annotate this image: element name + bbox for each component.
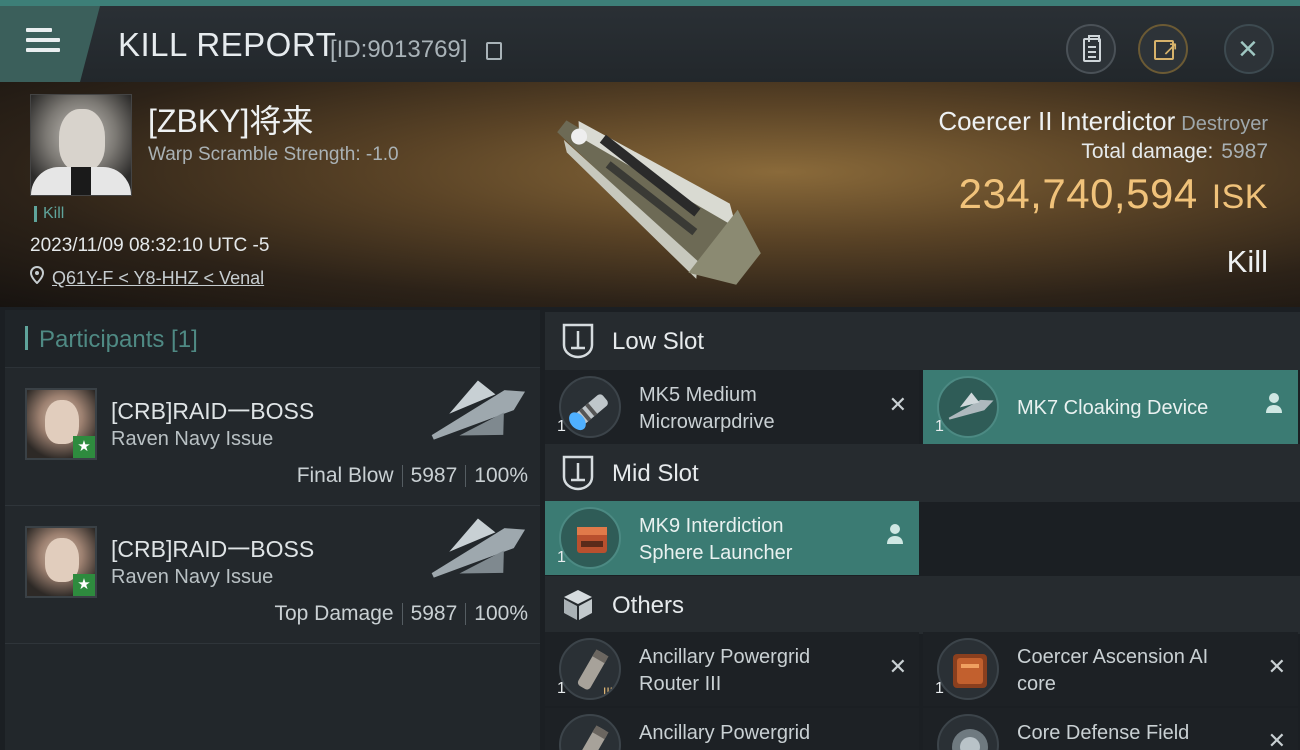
- participant-row[interactable]: ★ [CRB]RAID一BOSS Raven Navy Issue Final …: [5, 368, 540, 506]
- svg-text:III: III: [603, 685, 613, 699]
- participant-avatar[interactable]: ★: [25, 388, 97, 460]
- powergrid-router-icon: [559, 714, 621, 750]
- victim-avatar[interactable]: [30, 94, 132, 196]
- destroyed-x-icon: ✕: [888, 392, 907, 417]
- module-name: Coercer Ascension AI core: [1017, 646, 1209, 695]
- destroyed-x-icon: ✕: [1267, 728, 1286, 750]
- module-powergrid-router[interactable]: III 1 Ancillary Powergrid Router III ✕: [545, 632, 919, 706]
- close-button[interactable]: ×: [1224, 24, 1274, 74]
- mid-slot-header: Mid Slot: [545, 444, 1300, 502]
- module-cloaking-device[interactable]: 1 MK7 Cloaking Device: [923, 370, 1298, 444]
- participants-header: Participants [1]: [5, 310, 540, 368]
- victim-ship-name[interactable]: Coercer II Interdictor Destroyer: [938, 106, 1268, 137]
- participant-ship: Raven Navy Issue: [111, 428, 274, 450]
- participant-stats: Top Damage 5987 100%: [274, 602, 528, 626]
- module-core-defense-field[interactable]: Core Defense Field ✕: [923, 708, 1298, 750]
- module-microwarpdrive[interactable]: 1 MK5 Medium Microwarpdrive ✕: [545, 370, 919, 444]
- participant-name: [CRB]RAID一BOSS: [111, 398, 315, 424]
- report-id: [ID:9013769]: [330, 36, 468, 63]
- menu-icon: [26, 28, 60, 58]
- defense-field-icon: [937, 714, 999, 750]
- module-name: MK5 Medium Microwarpdrive: [639, 384, 775, 433]
- module-name: Core Defense Field: [1017, 722, 1190, 744]
- module-quantity: 1: [557, 418, 566, 435]
- module-ascension-ai-core[interactable]: 1 Coercer Ascension AI core ✕: [923, 632, 1298, 706]
- page-title: KILL REPORT: [118, 26, 337, 63]
- participant-name: [CRB]RAID一BOSS: [111, 536, 315, 562]
- mid-slot-icon: [562, 455, 594, 491]
- module-quantity: 1: [557, 549, 566, 566]
- module-powergrid-router-2[interactable]: Ancillary Powergrid: [545, 708, 919, 750]
- destroyed-x-icon: ✕: [1267, 654, 1286, 679]
- participant-stats: Final Blow 5987 100%: [296, 464, 528, 488]
- module-name: Ancillary Powergrid Router III: [639, 646, 811, 695]
- star-icon: ★: [73, 574, 95, 596]
- total-damage: Total damage: 5987: [1081, 140, 1268, 163]
- low-slot-icon: [562, 323, 594, 359]
- module-quantity: 1: [557, 680, 566, 697]
- low-slot-header: Low Slot: [545, 312, 1300, 370]
- participant-row[interactable]: ★ [CRB]RAID一BOSS Raven Navy Issue Top Da…: [5, 506, 540, 644]
- victim-ship-image: [557, 120, 761, 285]
- powergrid-router-icon: III: [559, 638, 621, 700]
- participant-avatar[interactable]: ★: [25, 526, 97, 598]
- module-name: MK7 Cloaking Device: [1017, 397, 1209, 419]
- interdiction-launcher-icon: [559, 507, 621, 569]
- microwarpdrive-icon: [559, 376, 621, 438]
- warp-scramble-strength: Warp Scramble Strength: -1.0: [148, 144, 399, 165]
- close-icon: ×: [1238, 30, 1258, 68]
- cloaking-device-icon: [937, 376, 999, 438]
- clipboard-button[interactable]: [1066, 24, 1116, 74]
- others-label: Others: [612, 592, 685, 619]
- cube-icon: [564, 590, 592, 620]
- menu-button[interactable]: [0, 6, 100, 82]
- copy-icon[interactable]: [486, 42, 502, 60]
- share-button[interactable]: ↗: [1138, 24, 1188, 74]
- participant-ship-image: [431, 380, 526, 440]
- kill-location-link[interactable]: Q61Y-F < Y8-HHZ < Venal: [52, 268, 264, 289]
- share-arrow-icon: ↗: [1162, 38, 1179, 60]
- participant-ship-image: [431, 518, 526, 578]
- module-quantity: 1: [935, 418, 944, 435]
- module-name: MK9 Interdiction Sphere Launcher: [639, 515, 793, 564]
- others-header: Others: [545, 576, 1300, 634]
- pilot-icon: [887, 524, 903, 544]
- participants-panel: Participants [1] ★ [CRB]RAID一BOSS Raven …: [5, 310, 540, 750]
- victim-name[interactable]: [ZBKY]将来: [148, 96, 313, 142]
- kill-timestamp: 2023/11/09 08:32:10 UTC -5: [30, 235, 270, 256]
- kill-tag: Kill: [34, 206, 64, 222]
- participant-ship: Raven Navy Issue: [111, 566, 274, 588]
- star-icon: ★: [73, 436, 95, 458]
- isk-value: 234,740,594 ISK: [958, 170, 1268, 217]
- victim-summary: [ZBKY]将来 Warp Scramble Strength: -1.0 Ki…: [0, 82, 1300, 307]
- kill-type-label: Kill: [1226, 244, 1268, 279]
- low-slot-label: Low Slot: [612, 328, 705, 355]
- destroyed-x-icon: ✕: [888, 654, 907, 679]
- pilot-icon: [1266, 393, 1282, 413]
- participants-label: Participants [1]: [39, 326, 198, 353]
- module-interdiction-sphere-launcher[interactable]: 1 MK9 Interdiction Sphere Launcher: [545, 501, 919, 575]
- ai-core-icon: [937, 638, 999, 700]
- mid-slot-label: Mid Slot: [612, 460, 699, 487]
- location-pin-icon: [30, 266, 44, 284]
- module-quantity: 1: [935, 680, 944, 697]
- module-name: Ancillary Powergrid: [639, 722, 811, 744]
- header-bar: KILL REPORT [ID:9013769] ↗ ×: [0, 0, 1300, 82]
- clipboard-icon: [1083, 35, 1101, 62]
